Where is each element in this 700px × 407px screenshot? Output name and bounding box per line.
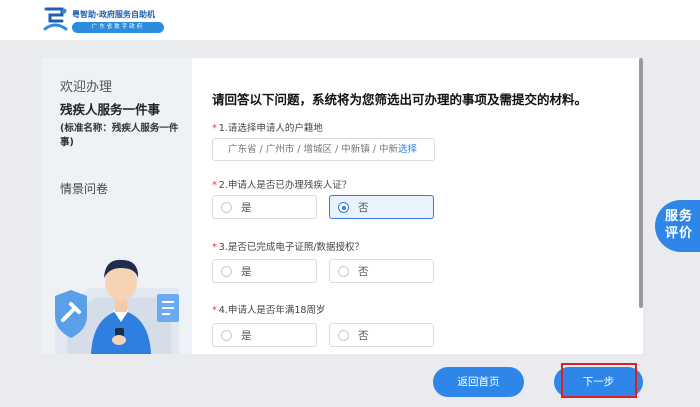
eval-line-1: 服务 [665, 208, 700, 225]
q2-option-no[interactable]: 否 [329, 195, 434, 219]
scrollbar[interactable] [639, 58, 643, 308]
region-value: 广东省 / 广州市 / 增城区 / 中新镇 / 中新 [228, 144, 398, 155]
welcome-label: 欢迎办理 [60, 76, 112, 95]
question-1-label: *1.请选择申请人的户籍地 [212, 120, 323, 134]
service-title: 残疾人服务一件事 [60, 99, 160, 118]
radio-icon [338, 330, 349, 341]
q4-option-yes[interactable]: 是 [212, 323, 317, 347]
top-bar: 粤智助·政府服务自助机 广东省数字政府 [0, 0, 700, 40]
eval-line-2: 评价 [665, 225, 700, 242]
question-3-label: *3.是否已完成电子证照/数据授权？ [212, 239, 364, 253]
brand-title: 粤智助·政府服务自助机 [72, 9, 155, 20]
q3-option-no[interactable]: 否 [329, 259, 434, 283]
radio-checked-icon [338, 202, 349, 213]
radio-icon [221, 202, 232, 213]
question-4-label: *4.申请人是否年满18周岁 [212, 302, 325, 316]
questionnaire-panel: 请回答以下问题，系统将为您筛选出可办理的事项及需提交的材料。 *1.请选择申请人… [192, 58, 643, 354]
q3-option-yes[interactable]: 是 [212, 259, 317, 283]
radio-icon [221, 266, 232, 277]
instruction-text: 请回答以下问题，系统将为您筛选出可办理的事项及需提交的材料。 [212, 89, 587, 108]
region-select-link[interactable]: 选择 [398, 144, 417, 155]
radio-icon [338, 266, 349, 277]
person-illustration-icon [49, 236, 189, 354]
radio-icon [221, 330, 232, 341]
next-step-highlight [561, 363, 637, 398]
section-label: 情景问卷 [60, 180, 108, 197]
sidebar-panel: 欢迎办理 残疾人服务一件事 (标准名称：残疾人服务一件事) 情景问卷 [41, 58, 192, 354]
logo-mark-icon [42, 5, 68, 35]
region-select[interactable]: 广东省 / 广州市 / 增城区 / 中新镇 / 中新选择 [212, 138, 435, 161]
service-evaluation-button[interactable]: 服务 评价 [655, 200, 700, 252]
question-2-label: *2.申请人是否已办理残疾人证？ [212, 177, 351, 191]
q4-option-no[interactable]: 否 [329, 323, 434, 347]
main-card: 欢迎办理 残疾人服务一件事 (标准名称：残疾人服务一件事) 情景问卷 [41, 58, 643, 354]
standard-name: (标准名称：残疾人服务一件事) [60, 122, 182, 150]
q2-option-yes[interactable]: 是 [212, 195, 317, 219]
brand-logo: 粤智助·政府服务自助机 广东省数字政府 [42, 5, 162, 37]
document-icon [157, 294, 179, 322]
brand-subtitle: 广东省数字政府 [72, 22, 164, 33]
back-home-button[interactable]: 返回首页 [433, 367, 524, 397]
